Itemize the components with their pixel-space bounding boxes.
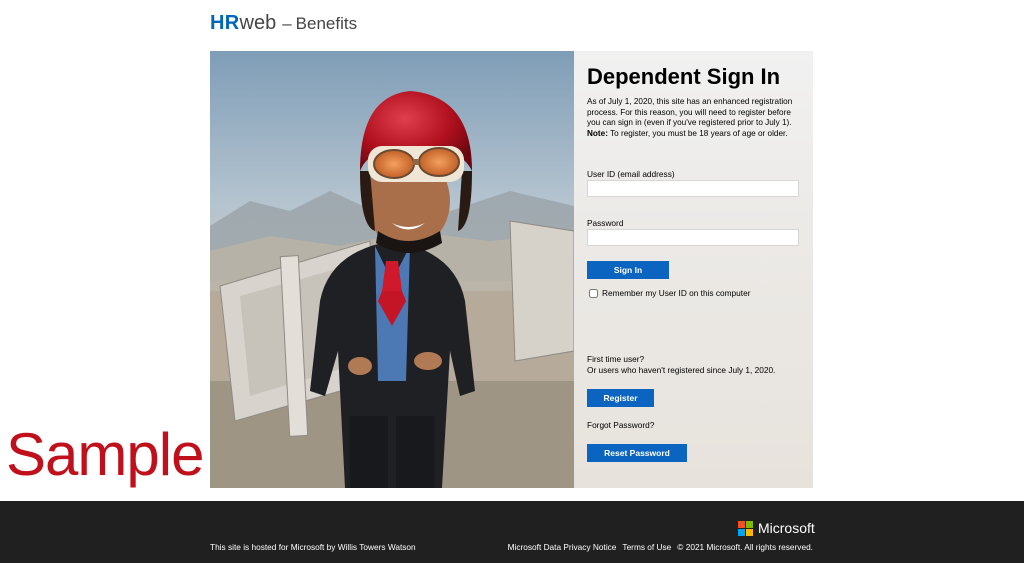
terms-of-use-link[interactable]: Terms of Use [622, 542, 671, 552]
password-label: Password [587, 218, 624, 228]
microsoft-logo-icon [738, 520, 753, 536]
hero-image [210, 51, 574, 488]
remember-label: Remember my User ID on this computer [602, 288, 751, 298]
brand-hr: HR [210, 12, 240, 34]
registration-notice-text: As of July 1, 2020, this site has an enh… [587, 97, 793, 128]
footer: Microsoft This site is hosted for Micros… [0, 501, 1024, 563]
brand-subtitle: Benefits [295, 14, 358, 33]
first-time-line-2: Or users who haven't registered since Ju… [587, 365, 776, 375]
hero-illustration [210, 51, 574, 488]
microsoft-logo: Microsoft [738, 520, 815, 536]
copyright-text: © 2021 Microsoft. All rights reserved. [677, 542, 813, 552]
password-input[interactable] [587, 229, 799, 246]
userid-input[interactable] [587, 180, 799, 197]
register-button[interactable]: Register [587, 389, 654, 407]
brand-logo: HRweb – Benefits [210, 12, 357, 35]
remember-checkbox[interactable] [589, 288, 598, 298]
remember-me[interactable]: Remember my User ID on this computer [587, 288, 750, 298]
brand-dash: – [282, 14, 292, 33]
userid-label: User ID (email address) [587, 169, 675, 179]
brand-web: web [239, 12, 277, 34]
forgot-password-text: Forgot Password? [587, 420, 655, 430]
registration-notice: As of July 1, 2020, this site has an enh… [587, 97, 802, 139]
signin-button[interactable]: Sign In [587, 261, 669, 279]
note-text: To register, you must be 18 years of age… [610, 128, 788, 138]
first-time-user-text: First time user? Or users who haven't re… [587, 354, 775, 376]
page-title: Dependent Sign In [587, 64, 781, 89]
hosted-by-text: This site is hosted for Microsoft by Wil… [210, 542, 416, 552]
microsoft-wordmark: Microsoft [758, 520, 815, 536]
note-label: Note: [587, 128, 608, 138]
privacy-notice-link[interactable]: Microsoft Data Privacy Notice [508, 542, 617, 552]
sample-watermark: Sample [6, 421, 204, 488]
footer-links: Microsoft Data Privacy Notice Terms of Us… [508, 542, 813, 552]
signin-panel: Dependent Sign In As of July 1, 2020, th… [574, 51, 813, 488]
reset-password-button[interactable]: Reset Password [587, 444, 687, 462]
first-time-line-1: First time user? [587, 354, 645, 364]
